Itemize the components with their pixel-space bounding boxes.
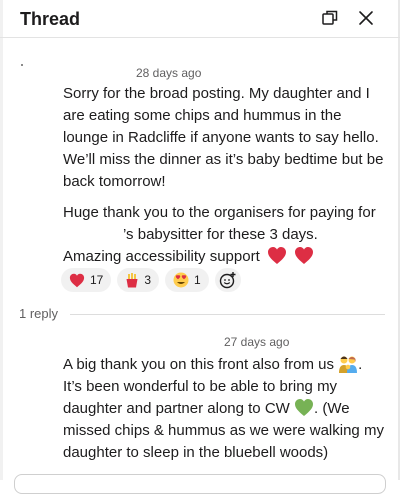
heart-icon [69,273,85,288]
replies-divider: 1 reply [0,305,390,323]
reaction-fries[interactable]: 3 [117,268,160,292]
thread-header: Thread [0,0,400,38]
reaction-count: 17 [90,273,104,287]
reply-text-a: A big thank you on this front also from … [63,356,334,373]
reply-count: 1 reply [19,306,59,321]
close-button[interactable] [355,7,377,29]
red-heart-emoji-icon [267,247,286,264]
thread-title: Thread [20,9,81,29]
red-heart-emoji-icon [295,247,314,264]
avatar-placeholder [21,64,23,66]
left-edge [0,0,3,480]
reaction-count: 1 [194,273,201,287]
popout-button[interactable] [319,7,341,29]
reply-timestamp[interactable]: 27 days ago [224,335,289,349]
paragraph-2-text-c: Amazing accessibility support [63,248,260,265]
reaction-bar: 17 3 1 [61,268,241,292]
parent-message-paragraph-2: Huge thank you to the organisers for pay… [63,202,385,268]
reaction-heart[interactable]: 17 [61,268,112,292]
add-reaction-icon [219,272,236,289]
reaction-count: 3 [144,273,152,287]
family-emoji-icon [339,356,358,373]
paragraph-2-text-a: Huge thank you to the organisers for pay… [63,204,376,221]
parent-timestamp[interactable]: 28 days ago [136,66,201,80]
reply-composer[interactable] [14,474,386,494]
green-heart-emoji-icon [294,399,313,416]
reply-message-text: A big thank you on this front also from … [63,354,385,464]
parent-message-paragraph-1: Sorry for the broad posting. My daughter… [63,85,384,190]
divider-line [70,314,385,315]
add-reaction-button[interactable] [214,268,241,292]
popout-icon [322,10,338,25]
close-icon [359,11,373,25]
fries-icon [125,272,139,288]
reaction-heart-eyes[interactable]: 1 [165,268,209,292]
paragraph-2-text-b: ’s babysitter for these 3 days. [123,226,318,243]
heart-eyes-icon [173,272,189,288]
